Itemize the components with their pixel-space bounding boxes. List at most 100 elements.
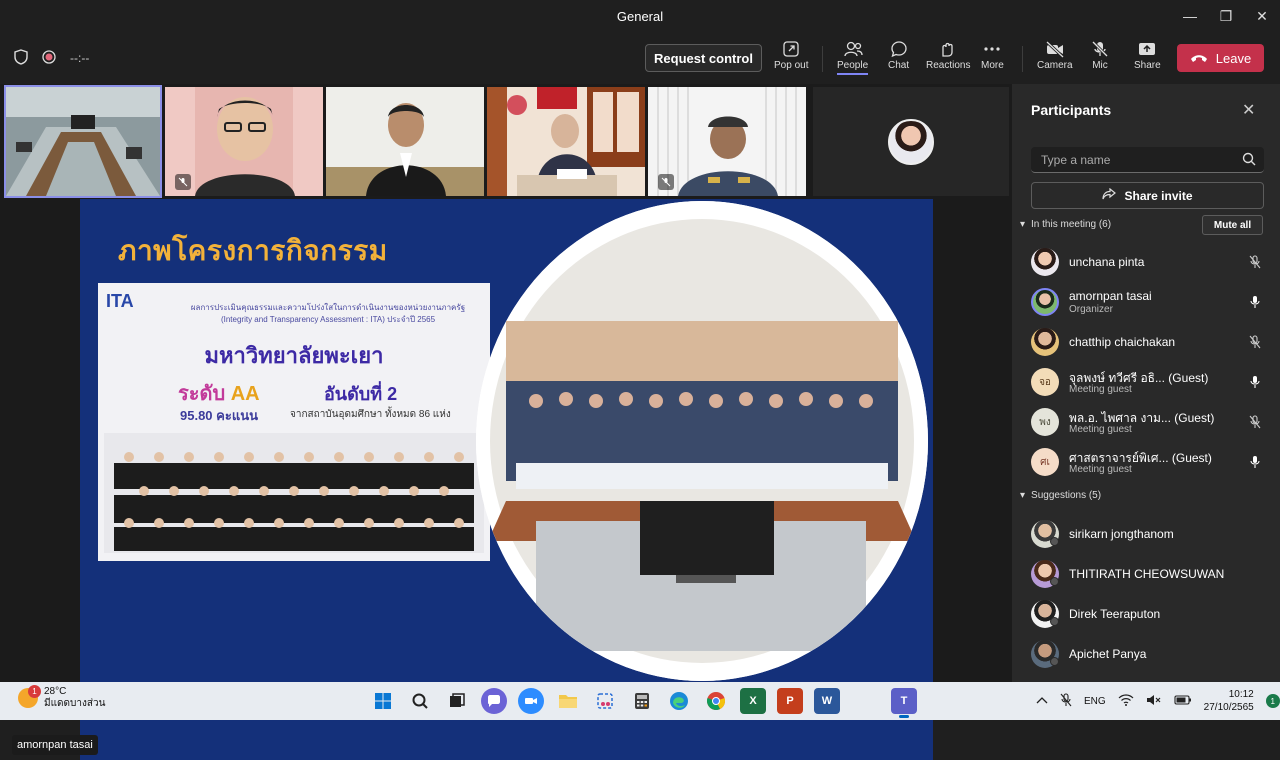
- video-tile-avatar[interactable]: [813, 87, 1009, 196]
- video-tile-room[interactable]: [4, 85, 162, 198]
- phone-hangup-icon: [1190, 51, 1208, 66]
- chevron-up-icon[interactable]: [1036, 696, 1048, 707]
- snipping-tool-icon[interactable]: [592, 688, 618, 714]
- suggestion-name: sirikarn jongthanom: [1069, 527, 1174, 541]
- battery-icon[interactable]: [1174, 694, 1192, 708]
- video-tile-participant-4[interactable]: [487, 87, 645, 196]
- avatar: [1031, 328, 1059, 356]
- people-button[interactable]: People: [837, 38, 869, 82]
- video-tile-participant-5[interactable]: [648, 87, 806, 196]
- mic-off-icon: [1249, 335, 1261, 354]
- task-view-icon[interactable]: [444, 688, 470, 714]
- weather-description: มีแดดบางส่วน: [44, 698, 106, 709]
- powerpoint-icon[interactable]: P: [777, 688, 803, 714]
- meeting-timer: --:--: [70, 51, 90, 65]
- clock[interactable]: 10:12 27/10/2565: [1204, 688, 1254, 714]
- ita-rank-detail: จากสถาบันอุดมศึกษา ทั้งหมด 86 แห่ง: [290, 409, 451, 420]
- pop-out-button[interactable]: Pop out: [774, 38, 808, 82]
- wifi-icon[interactable]: [1118, 693, 1134, 709]
- mic-button[interactable]: Mic: [1091, 38, 1109, 82]
- people-label: People: [837, 60, 869, 75]
- chrome-icon[interactable]: [703, 688, 729, 714]
- share-invite-label: Share invite: [1124, 188, 1193, 203]
- maximize-icon[interactable]: ❐: [1208, 0, 1244, 32]
- participant-role: Organizer: [1069, 304, 1113, 315]
- search-icon[interactable]: [407, 688, 433, 714]
- participant-row[interactable]: unchana pinta: [1031, 244, 1271, 280]
- chat-button[interactable]: Chat: [888, 38, 909, 82]
- weather-temperature: 28°C: [44, 686, 67, 697]
- chevron-down-icon: ▾: [1020, 219, 1026, 230]
- word-icon[interactable]: W: [814, 688, 840, 714]
- suggestions-section-header[interactable]: ▾ Suggestions (5): [1020, 490, 1101, 501]
- mic-icon: [1249, 455, 1261, 474]
- chevron-down-icon: ▾: [1020, 490, 1026, 501]
- teams-chat-icon[interactable]: [481, 688, 507, 714]
- start-icon[interactable]: [370, 688, 396, 714]
- participant-row[interactable]: ศเ ศาสตราจารย์พิเศ... (Guest) Meeting gu…: [1031, 444, 1271, 480]
- weather-badge: 1: [28, 685, 41, 698]
- university-name: มหาวิทยาลัยพะเยา: [204, 343, 384, 368]
- more-button[interactable]: More: [981, 38, 1004, 82]
- mic-icon: [1249, 295, 1261, 314]
- participant-name: unchana pinta: [1069, 255, 1145, 269]
- excel-icon[interactable]: X: [740, 688, 766, 714]
- ita-result-card: ITA ผลการประเมินคุณธรรมและความโปร่งใสในก…: [98, 283, 490, 561]
- minimize-icon[interactable]: —: [1172, 0, 1208, 32]
- suggestion-name: Direk Teeraputon: [1069, 607, 1161, 621]
- request-control-button[interactable]: Request control: [645, 44, 762, 72]
- ita-rank: อันดับที่ 2: [324, 384, 398, 404]
- volume-muted-icon[interactable]: [1146, 694, 1162, 709]
- clock-time: 10:12: [1228, 689, 1254, 700]
- calculator-icon[interactable]: [629, 688, 655, 714]
- chat-label: Chat: [888, 60, 910, 71]
- suggestion-row[interactable]: THITIRATH CHEOWSUWAN: [1031, 556, 1271, 592]
- presence-status-icon: [1050, 537, 1059, 546]
- video-tile-participant-3[interactable]: [326, 87, 484, 196]
- language-indicator[interactable]: ENG: [1084, 696, 1106, 707]
- participant-row[interactable]: จอ จุลพงษ์ ทวีศรี อธิ... (Guest) Meeting…: [1031, 364, 1271, 400]
- notification-badge[interactable]: 1: [1265, 694, 1280, 708]
- pop-out-icon: [782, 38, 800, 60]
- mic-off-icon: [175, 174, 191, 190]
- suggestion-row[interactable]: Apichet Panya: [1031, 636, 1271, 672]
- camera-label: Camera: [1037, 60, 1073, 71]
- participant-row[interactable]: พง พล.อ. ไพศาล งาม... (Guest) Meeting gu…: [1031, 404, 1271, 440]
- close-icon[interactable]: ✕: [1244, 0, 1280, 32]
- people-icon: [843, 38, 863, 60]
- camera-button[interactable]: Camera: [1037, 38, 1073, 82]
- leave-button[interactable]: Leave: [1177, 44, 1264, 72]
- mic-off-icon: [1249, 415, 1261, 434]
- zoom-icon[interactable]: [518, 688, 544, 714]
- window-controls: — ❐ ✕: [1172, 0, 1280, 32]
- participant-row[interactable]: amornpan tasai Organizer: [1031, 284, 1271, 320]
- video-tile-participant-2[interactable]: [165, 87, 323, 196]
- reactions-button[interactable]: Reactions: [926, 38, 970, 82]
- suggestion-row[interactable]: Direk Teeraputon: [1031, 596, 1271, 632]
- taskbar-apps: X P W T: [370, 687, 917, 718]
- file-explorer-icon[interactable]: [555, 688, 581, 714]
- in-meeting-section-header[interactable]: ▾ In this meeting (6): [1020, 219, 1111, 230]
- close-icon[interactable]: ✕: [1242, 100, 1255, 120]
- search-field[interactable]: [1031, 147, 1264, 173]
- share-button[interactable]: Share: [1134, 38, 1161, 82]
- mute-all-button[interactable]: Mute all: [1202, 215, 1263, 235]
- teams-icon[interactable]: T: [891, 688, 917, 718]
- participant-row[interactable]: chatthip chaichakan: [1031, 324, 1271, 360]
- edge-icon[interactable]: [666, 688, 692, 714]
- suggestion-name: THITIRATH CHEOWSUWAN: [1069, 567, 1225, 581]
- camera-off-icon: [1045, 38, 1065, 60]
- pop-out-label: Pop out: [774, 60, 809, 71]
- share-invite-button[interactable]: Share invite: [1031, 182, 1264, 209]
- weather-widget[interactable]: 1 28°C มีแดดบางส่วน: [18, 685, 106, 710]
- reactions-label: Reactions: [926, 60, 971, 71]
- window-title: General: [616, 8, 664, 24]
- suggestion-row[interactable]: sirikarn jongthanom: [1031, 516, 1271, 552]
- taskbar: 1 28°C มีแดดบางส่วน X P W T ENG 10:12 27…: [0, 682, 1280, 720]
- search-input[interactable]: [1041, 152, 1221, 167]
- participant-role: Meeting guest: [1069, 384, 1132, 395]
- speaker-name-tag: amornpan tasai: [12, 735, 98, 755]
- mic-off-icon[interactable]: [1060, 692, 1072, 710]
- participant-name: chatthip chaichakan: [1069, 335, 1176, 349]
- system-tray: ENG 10:12 27/10/2565 1: [1036, 682, 1280, 720]
